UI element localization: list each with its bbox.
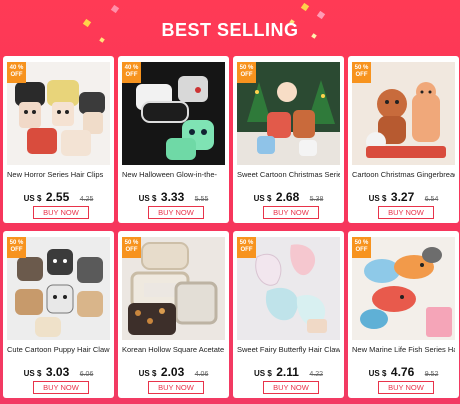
sale-price: 2.03 (160, 365, 185, 379)
product-name[interactable]: Cute Cartoon Puppy Hair Claw (7, 345, 110, 354)
confetti-decoration (300, 2, 310, 12)
product-card[interactable]: 50 % OFF New Marine Life Fish Series Hai… (348, 231, 459, 398)
original-price: 4.22 (309, 371, 324, 378)
original-price: 4.25 (79, 196, 94, 203)
original-price: 6.54 (424, 196, 439, 203)
buy-now-button[interactable]: BUY NOW (263, 381, 319, 394)
discount-badge: 50 % OFF (352, 237, 371, 258)
original-price: 6.06 (79, 371, 94, 378)
discount-badge: 50 % OFF (352, 62, 371, 83)
buy-now-button[interactable]: BUY NOW (148, 206, 204, 219)
product-name[interactable]: Korean Hollow Square Acetate (122, 345, 225, 354)
currency-label: US $ (253, 369, 272, 378)
currency-label: US $ (138, 369, 157, 378)
product-card[interactable]: 40 % OFF New Horror Series Hair Clips US… (3, 56, 114, 223)
sale-price: 3.33 (160, 190, 185, 204)
currency-label: US $ (253, 194, 272, 203)
discount-badge: 40 % OFF (7, 62, 26, 83)
currency-label: US $ (23, 369, 42, 378)
product-card[interactable]: 50 % OFF Korean Hollow Square Acetate US… (118, 231, 229, 398)
original-price: 5.55 (194, 196, 209, 203)
product-name[interactable]: Sweet Cartoon Christmas Series (237, 170, 340, 179)
currency-label: US $ (23, 194, 42, 203)
price-row: US $ 2.11 4.22 (233, 363, 344, 381)
discount-badge: 50 % OFF (7, 237, 26, 258)
discount-badge: 50 % OFF (237, 237, 256, 258)
discount-badge: 50 % OFF (122, 237, 141, 258)
price-row: US $ 3.27 6.54 (348, 188, 459, 206)
sale-price: 2.11 (276, 365, 299, 379)
sale-price: 3.03 (45, 365, 70, 379)
product-card[interactable]: 50 % OFF Cute Cartoon Puppy Hair Claw US… (3, 231, 114, 398)
product-card[interactable]: 50 % OFF Sweet Fairy Butterfly Hair Claw… (233, 231, 344, 398)
price-row: US $ 3.03 6.06 (3, 363, 114, 381)
product-name[interactable]: New Horror Series Hair Clips (7, 170, 110, 179)
product-name[interactable]: New Halloween Glow-in-the- (122, 170, 225, 179)
product-card[interactable]: 50 % OFF Cartoon Christmas Gingerbread U… (348, 56, 459, 223)
original-price: 9.52 (424, 371, 439, 378)
product-card[interactable]: 40 % OFF New Halloween Glow-in-the- US $… (118, 56, 229, 223)
sale-price: 4.76 (390, 365, 415, 379)
currency-label: US $ (138, 194, 157, 203)
product-name[interactable]: Cartoon Christmas Gingerbread (352, 170, 455, 179)
buy-now-button[interactable]: BUY NOW (378, 206, 434, 219)
buy-now-button[interactable]: BUY NOW (33, 206, 89, 219)
product-card[interactable]: 50 % OFF Sweet Cartoon Christmas Series … (233, 56, 344, 223)
currency-label: US $ (368, 194, 387, 203)
discount-badge: 40 % OFF (122, 62, 141, 83)
original-price: 5.38 (309, 196, 324, 203)
price-row: US $ 2.03 4.06 (118, 363, 229, 381)
price-row: US $ 2.68 5.38 (233, 188, 344, 206)
sale-price: 2.55 (45, 190, 70, 204)
buy-now-button[interactable]: BUY NOW (263, 206, 319, 219)
page-title: BEST SELLING (161, 20, 299, 40)
confetti-decoration (110, 4, 120, 14)
buy-now-button[interactable]: BUY NOW (148, 381, 204, 394)
price-row: US $ 3.33 5.55 (118, 188, 229, 206)
discount-badge: 50 % OFF (237, 62, 256, 83)
product-name[interactable]: Sweet Fairy Butterfly Hair Claw (237, 345, 340, 354)
product-name[interactable]: New Marine Life Fish Series Hair (352, 345, 455, 354)
original-price: 4.06 (194, 371, 209, 378)
sale-price: 3.27 (390, 190, 415, 204)
product-grid: 40 % OFF New Horror Series Hair Clips US… (3, 56, 459, 398)
price-row: US $ 2.55 4.25 (3, 188, 114, 206)
sale-price: 2.68 (275, 190, 300, 204)
buy-now-button[interactable]: BUY NOW (378, 381, 434, 394)
confetti-decoration (316, 10, 326, 20)
buy-now-button[interactable]: BUY NOW (33, 381, 89, 394)
currency-label: US $ (368, 369, 387, 378)
price-row: US $ 4.76 9.52 (348, 363, 459, 381)
